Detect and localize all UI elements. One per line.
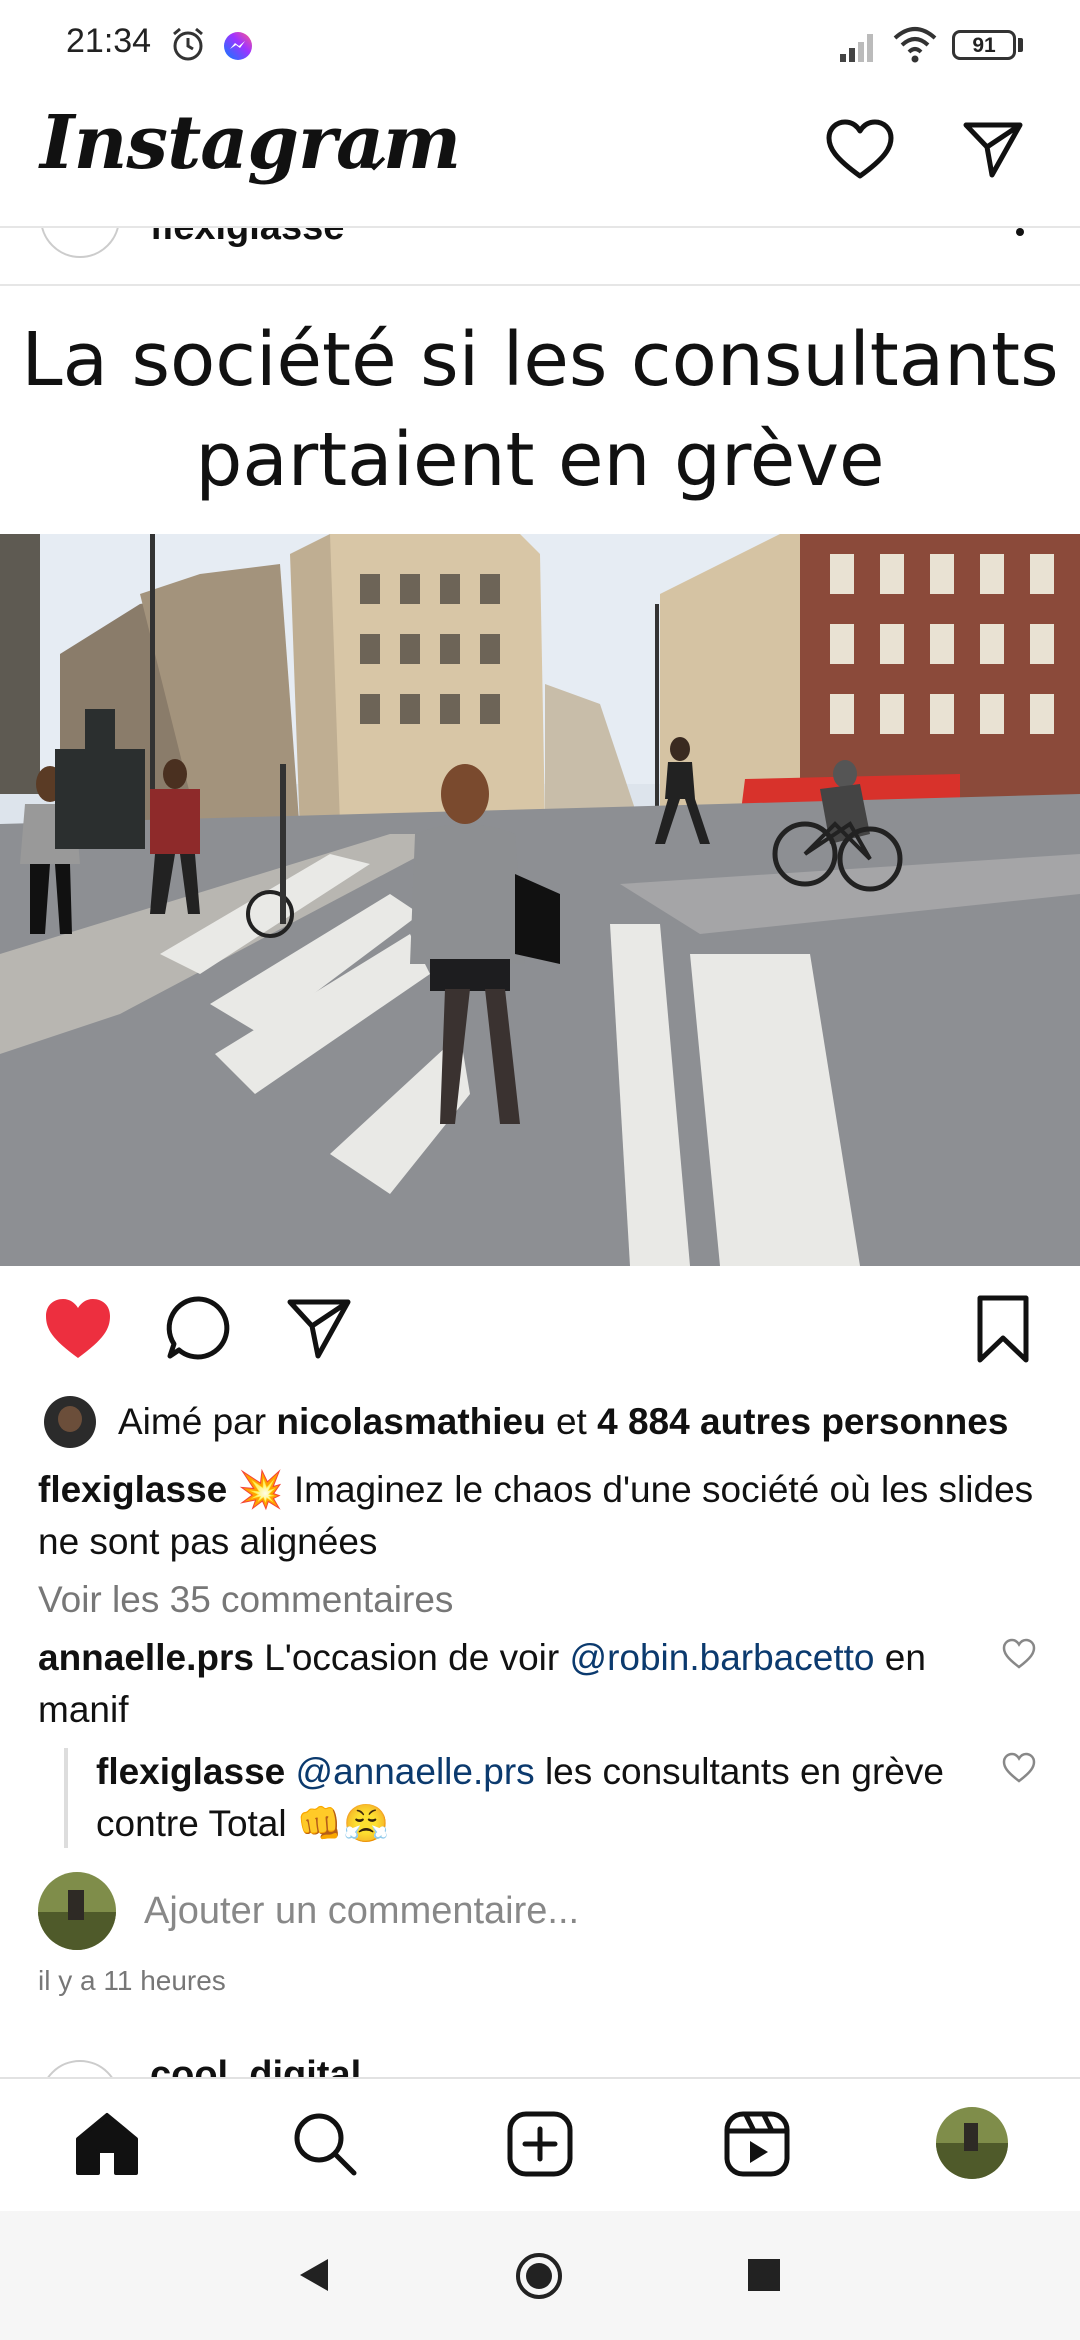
add-comment-input[interactable]: Ajouter un commentaire... bbox=[144, 1890, 579, 1933]
post-header: flexiglasse bbox=[0, 228, 1080, 284]
app-header: Instagram bbox=[0, 95, 1080, 225]
profile-avatar[interactable] bbox=[936, 2107, 1008, 2179]
comment: annaelle.prs L'occasion de voir @robin.b… bbox=[38, 1632, 978, 1736]
reply-indicator bbox=[64, 1748, 68, 1848]
reply-author[interactable]: flexiglasse bbox=[96, 1751, 285, 1792]
liked-user[interactable]: nicolasmathieu bbox=[276, 1401, 545, 1442]
liker-avatar[interactable] bbox=[44, 1396, 96, 1448]
like-heart-icon[interactable] bbox=[42, 1296, 114, 1362]
bookmark-icon[interactable] bbox=[972, 1294, 1034, 1366]
post-author[interactable]: flexiglasse bbox=[150, 228, 344, 249]
signal-icon bbox=[840, 34, 873, 62]
recents-icon[interactable] bbox=[746, 2257, 782, 2293]
battery-level: 91 bbox=[972, 34, 996, 57]
comment-reply: flexiglasse @annaelle.prs les consultant… bbox=[96, 1746, 976, 1850]
image-title-line1: La société si les consultants bbox=[21, 317, 1059, 403]
next-post-author[interactable]: cool_digital bbox=[150, 2054, 361, 2077]
post-timestamp: il y a 11 heures bbox=[38, 1965, 226, 1996]
back-icon[interactable] bbox=[294, 2255, 334, 2295]
paris-street-photo bbox=[0, 534, 1080, 1266]
image-title-line2: partaient en grève bbox=[195, 417, 885, 503]
chevron-down-icon[interactable] bbox=[358, 147, 390, 179]
new-post-icon[interactable] bbox=[505, 2109, 575, 2179]
likes-count[interactable]: 4 884 autres personnes bbox=[597, 1401, 1008, 1442]
bottom-navigation bbox=[0, 2077, 1080, 2213]
comment-author[interactable]: annaelle.prs bbox=[38, 1637, 254, 1678]
battery-tip bbox=[1018, 38, 1023, 52]
post-image[interactable]: La société si les consultants partaient … bbox=[0, 286, 1080, 1266]
post-caption: flexiglasse 💥 Imaginez le chaos d'une so… bbox=[38, 1464, 1048, 1568]
search-icon[interactable] bbox=[290, 2109, 360, 2179]
heart-icon[interactable] bbox=[825, 118, 895, 182]
comment-icon[interactable] bbox=[164, 1294, 234, 1364]
home-button-icon[interactable] bbox=[514, 2251, 564, 2301]
post-actions bbox=[0, 1266, 1080, 1386]
wifi-icon bbox=[893, 27, 937, 63]
alarm-icon bbox=[173, 27, 203, 61]
image-title: La société si les consultants partaient … bbox=[0, 310, 1080, 510]
next-author-avatar[interactable] bbox=[40, 2060, 120, 2077]
share-icon[interactable] bbox=[286, 1296, 352, 1362]
instagram-logo[interactable]: Instagram bbox=[40, 100, 461, 186]
author-avatar[interactable] bbox=[40, 228, 120, 258]
home-icon[interactable] bbox=[72, 2109, 142, 2179]
likes-and: et bbox=[545, 1401, 598, 1442]
battery-icon: 91 bbox=[952, 30, 1016, 60]
likes-prefix: Aimé par bbox=[118, 1401, 277, 1442]
comment-like-icon[interactable] bbox=[1002, 1638, 1036, 1670]
view-comments-link[interactable]: Voir les 35 commentaires bbox=[38, 1574, 453, 1626]
messenger-icon bbox=[224, 32, 252, 60]
next-post-header: cool_digital bbox=[0, 2020, 1080, 2077]
caption-emoji: 💥 bbox=[237, 1469, 284, 1510]
status-time: 21:34 bbox=[66, 22, 152, 60]
reels-icon[interactable] bbox=[722, 2109, 792, 2179]
more-options-icon[interactable] bbox=[1016, 228, 1024, 236]
comment-text: L'occasion de voir bbox=[253, 1637, 570, 1678]
likes-summary[interactable]: Aimé par nicolasmathieu et 4 884 autres … bbox=[118, 1396, 1058, 1448]
send-icon[interactable] bbox=[962, 119, 1024, 181]
status-bar: 21:34 91 bbox=[0, 0, 1080, 95]
reply-mention[interactable]: @annaelle.prs bbox=[296, 1751, 535, 1792]
street-photo bbox=[0, 534, 1080, 1266]
reply-like-icon[interactable] bbox=[1002, 1752, 1036, 1784]
system-navigation bbox=[0, 2211, 1080, 2340]
caption-author[interactable]: flexiglasse bbox=[38, 1469, 227, 1510]
comment-mention[interactable]: @robin.barbacetto bbox=[570, 1637, 875, 1678]
my-avatar[interactable] bbox=[38, 1872, 116, 1950]
